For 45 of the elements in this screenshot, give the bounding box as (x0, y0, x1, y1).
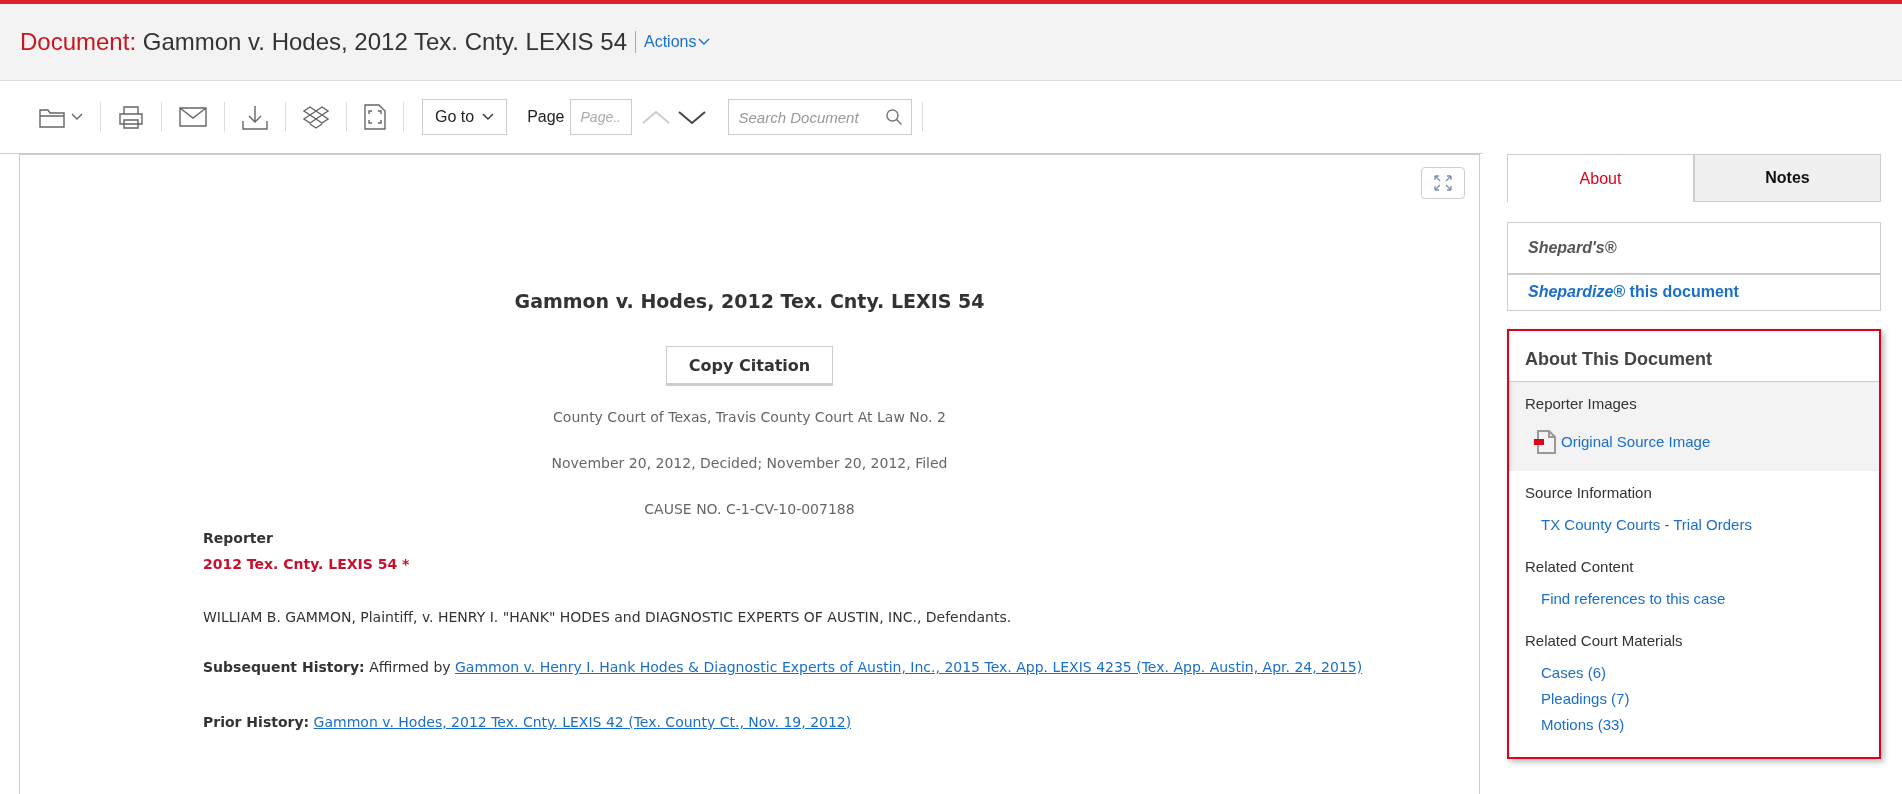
sidebar-tab[interactable]: Notes (1694, 154, 1881, 202)
shepards-heading: Shepard's® (1508, 223, 1880, 275)
actions-menu[interactable]: Actions (644, 33, 711, 51)
history-paragraph: Prior History: Gammon v. Hodes, 2012 Tex. Cnty. LEXIS 42 (Tex. County Ct., Nov. 19, 2012) (203, 713, 853, 732)
court-info-text: County Court of Texas, Travis County Court At Law No. 2 (552, 409, 947, 425)
document-heading: Gammon v. Hodes, 2012 Tex. Cnty. LEXIS 54 (513, 290, 986, 312)
caret-icon (698, 38, 711, 46)
court-info-text: CAUSE NO. C-1-CV-10-007188 (643, 501, 856, 517)
shepardize-link[interactable]: Shepardize® this document (1508, 275, 1880, 310)
history-paragraph: Subsequent History: Affirmed by Gammon v. Henry I. Hank Hodes & Diagnostic Experts of Austin, Inc., 2015 Tex. App. LEXIS 4235 (Tex. App. Austin, Apr. 24, 2015) (203, 658, 1364, 677)
section-heading: Reporter Images (1525, 395, 1638, 412)
page-label: Page (527, 108, 565, 126)
search-field[interactable]: Search Document (727, 99, 912, 135)
search-icon[interactable] (885, 109, 902, 125)
dropbox-icon[interactable] (303, 105, 329, 129)
caret-icon[interactable] (71, 113, 83, 121)
envelope-icon[interactable] (179, 107, 207, 127)
court-info-text: November 20, 2012, Decided; November 20, 2012, Filed (550, 455, 949, 471)
citation-link[interactable]: Gammon v. Henry I. Hank Hodes & Diagnostic Experts of Austin, Inc., 2015 Tex. App. LEXIS 4235 (Tex. App. Austin, Apr. 24, 2015) (455, 659, 1363, 675)
caret-icon (482, 113, 495, 121)
reporter-citation: 2012 Tex. Cnty. LEXIS 54 * (203, 556, 411, 572)
down-chevron-icon[interactable] (677, 109, 706, 125)
goto-dropdown[interactable]: Go to (422, 99, 508, 135)
sidebar-tab[interactable]: About (1507, 154, 1694, 202)
copy-citation-button[interactable]: Copy Citation (665, 346, 834, 384)
section-heading: Related Content (1525, 558, 1635, 575)
parties-text: WILLIAM B. GAMMON, Plaintiff, v. HENRY I. "HANK" HODES and DIAGNOSTIC EXPERTS OF AUSTIN, INC., Defendants. (203, 609, 1013, 625)
page-field[interactable]: Page... (569, 99, 632, 135)
about-link[interactable]: TX County Courts - Trial Orders (1541, 516, 1752, 533)
about-link[interactable]: Find references to this case (1541, 590, 1726, 607)
printer-icon[interactable] (118, 105, 144, 129)
document-image-icon (1533, 427, 1559, 455)
folder-icon[interactable] (39, 106, 65, 128)
download-icon[interactable] (242, 104, 268, 130)
citation-link[interactable]: Gammon v. Hodes, 2012 Tex. Cnty. LEXIS 42 (Tex. County Ct., Nov. 19, 2012) (313, 714, 852, 730)
reporter-label: Reporter (203, 530, 274, 546)
expand-icon (1433, 174, 1453, 192)
about-link[interactable]: Original Source Image (1533, 427, 1711, 455)
document-title: Document: Gammon v. Hodes, 2012 Tex. Cnty. LEXIS 54 (20, 28, 627, 56)
about-link[interactable]: Pleadings (7) (1541, 690, 1630, 707)
about-link[interactable]: Cases (6) (1541, 664, 1607, 681)
section-heading: Source Information (1525, 484, 1653, 501)
section-heading: Related Court Materials (1525, 632, 1684, 649)
about-link[interactable]: Motions (33) (1541, 716, 1625, 733)
page-frame-icon[interactable] (364, 104, 386, 130)
